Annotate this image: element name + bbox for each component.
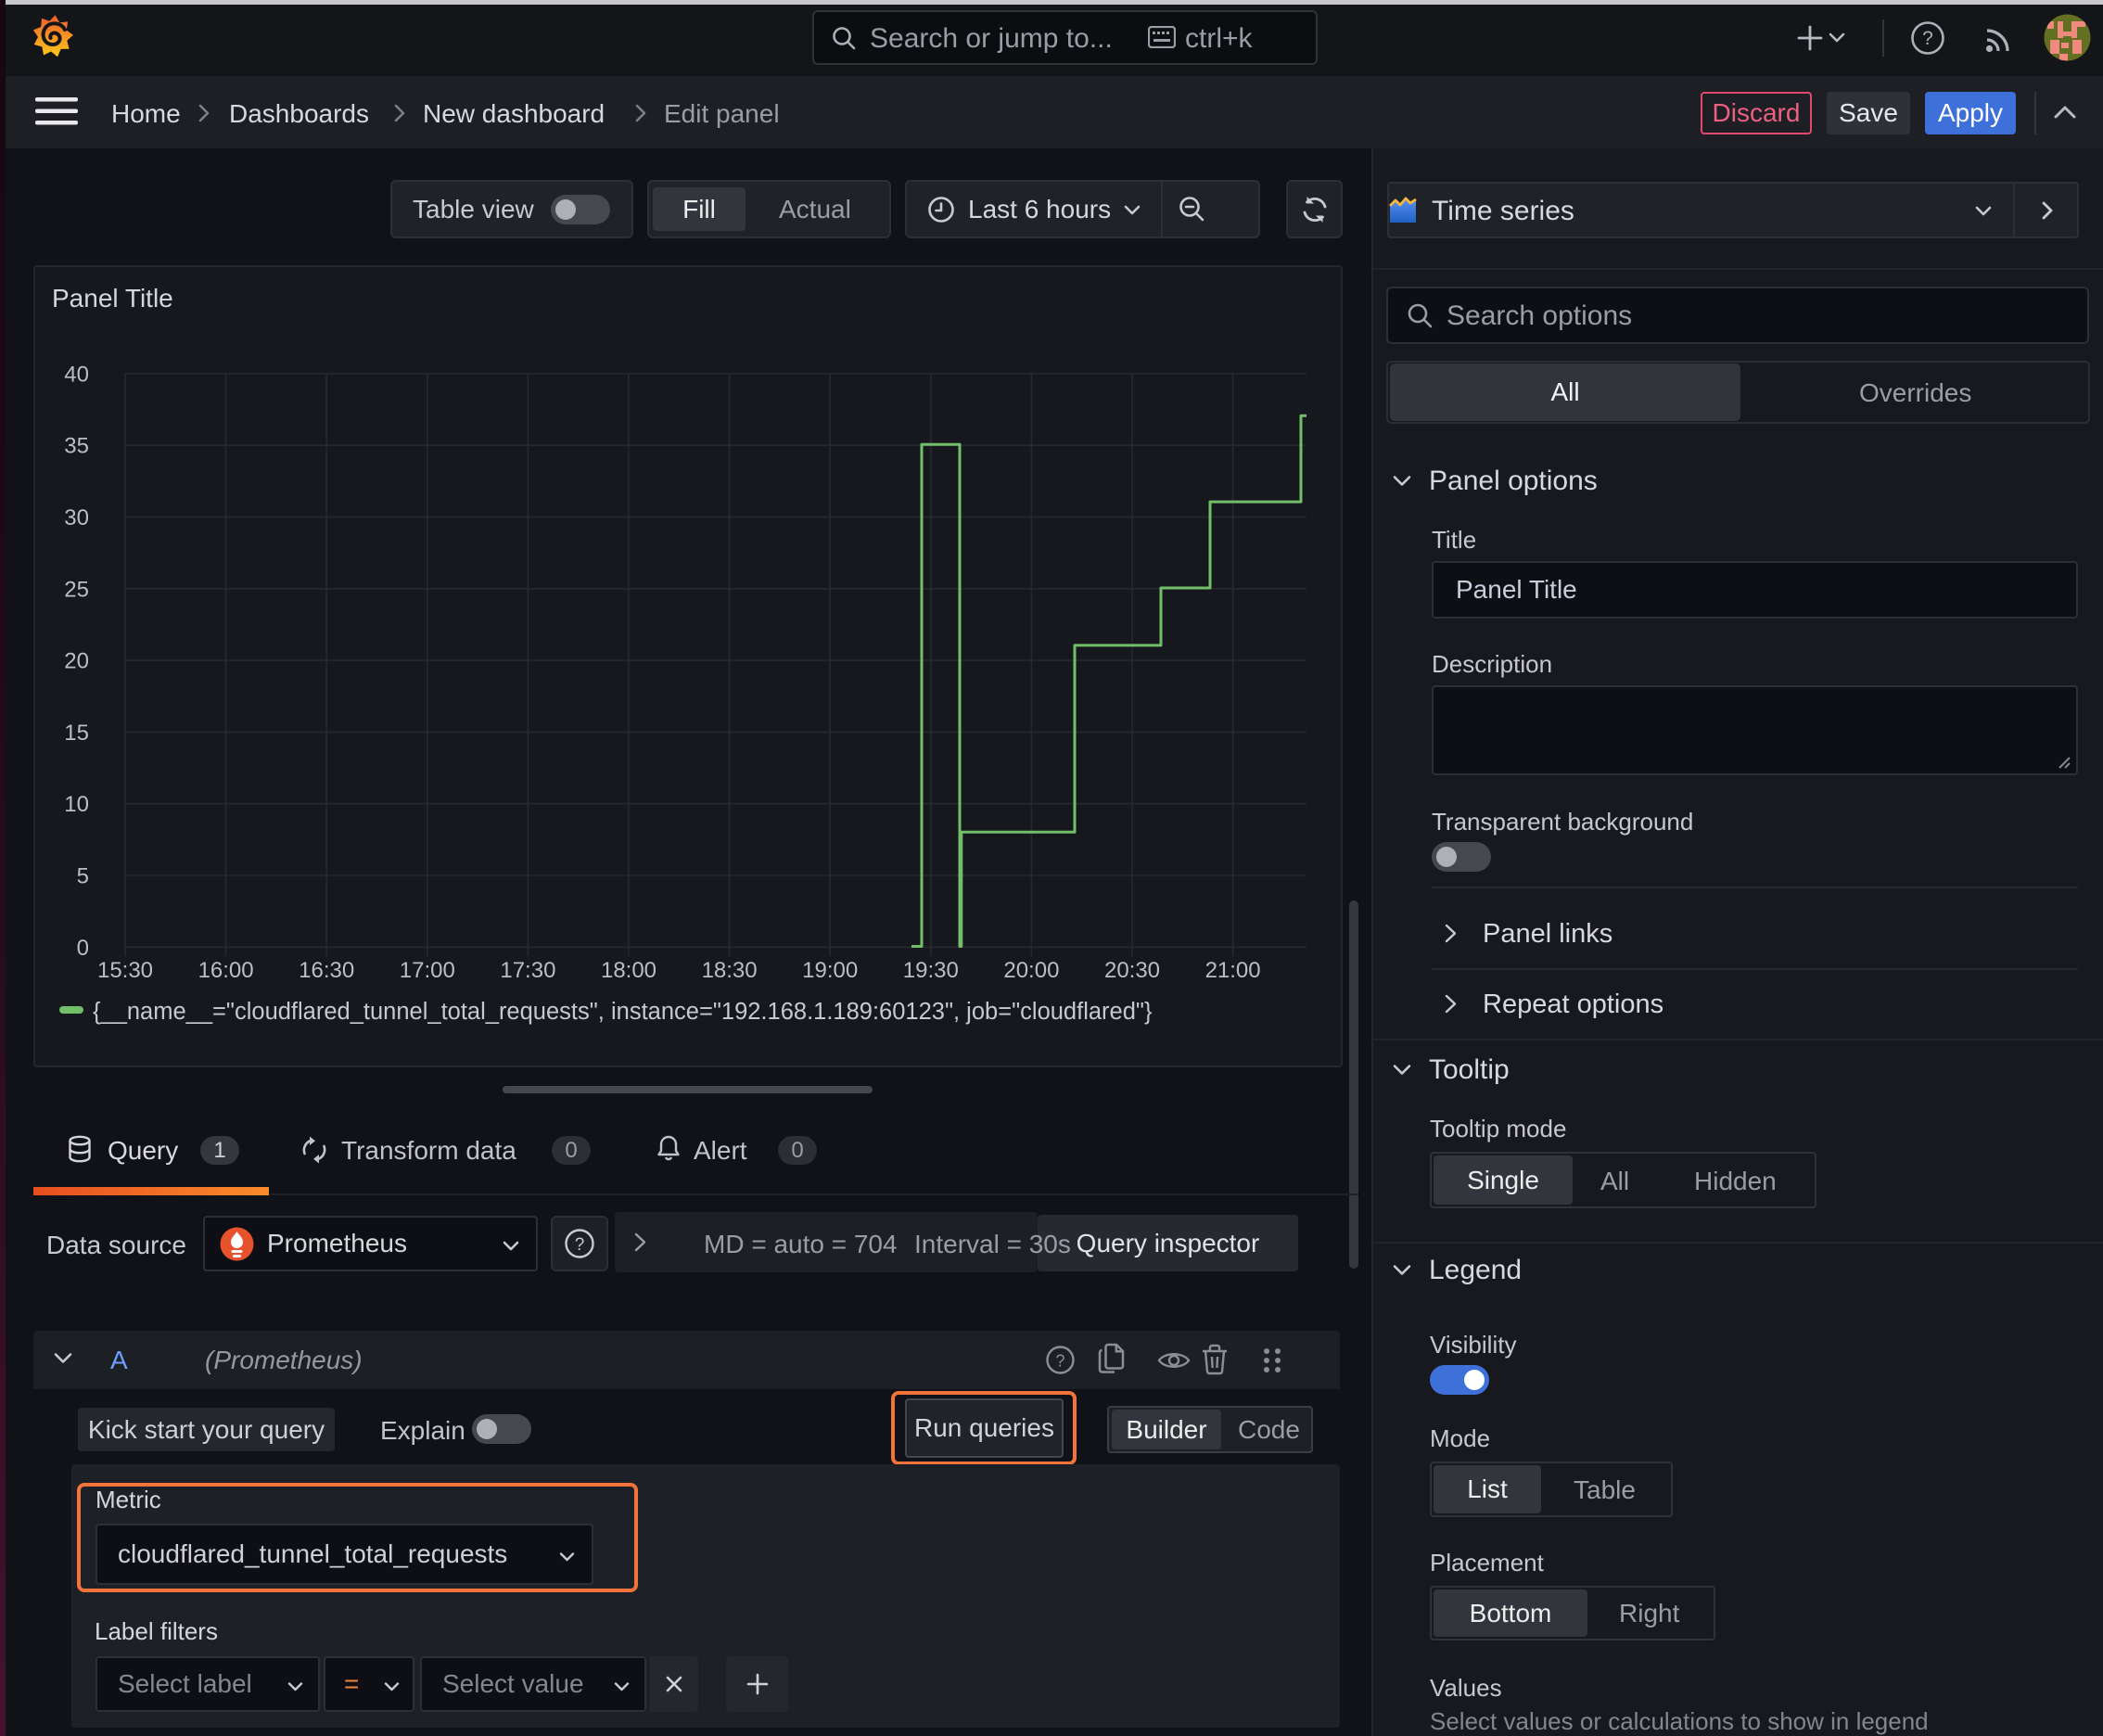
- svg-text:20:00: 20:00: [1003, 958, 1059, 983]
- svg-text:?: ?: [1922, 28, 1933, 49]
- svg-text:5: 5: [77, 864, 89, 889]
- svg-text:15: 15: [64, 721, 89, 746]
- svg-text:10: 10: [64, 792, 89, 817]
- svg-text:18:00: 18:00: [601, 958, 656, 983]
- svg-text:?: ?: [575, 1235, 585, 1255]
- svg-text:17:00: 17:00: [400, 958, 455, 983]
- svg-text:{__name__="cloudflared_tunnel_: {__name__="cloudflared_tunnel_total_requ…: [93, 999, 1153, 1025]
- svg-text:21:00: 21:00: [1205, 958, 1261, 983]
- svg-text:20: 20: [64, 649, 89, 674]
- svg-text:16:30: 16:30: [299, 958, 354, 983]
- svg-text:20:30: 20:30: [1104, 958, 1160, 983]
- svg-text:40: 40: [64, 362, 89, 387]
- svg-text:17:30: 17:30: [500, 958, 555, 983]
- svg-text:25: 25: [64, 577, 89, 602]
- svg-text:19:30: 19:30: [903, 958, 959, 983]
- svg-text:30: 30: [64, 505, 89, 530]
- svg-text:15:30: 15:30: [97, 958, 153, 983]
- svg-text:0: 0: [77, 936, 89, 961]
- svg-text:35: 35: [64, 434, 89, 459]
- svg-text:19:00: 19:00: [802, 958, 858, 983]
- svg-text:16:00: 16:00: [198, 958, 254, 983]
- svg-text:?: ?: [1055, 1352, 1064, 1371]
- svg-text:18:30: 18:30: [702, 958, 758, 983]
